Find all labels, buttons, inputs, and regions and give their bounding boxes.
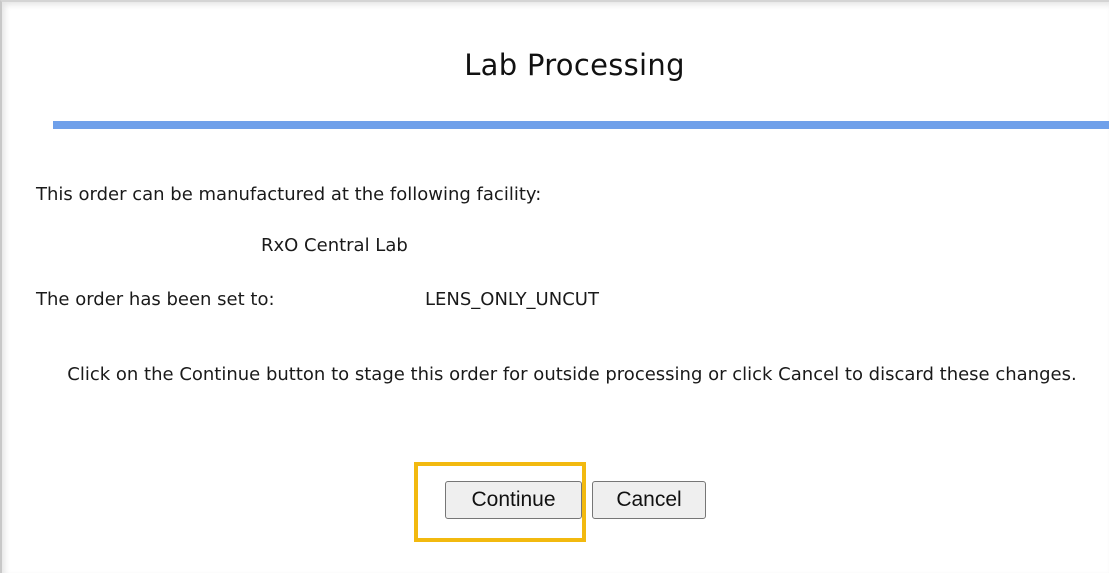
cancel-button[interactable]: Cancel: [592, 481, 706, 519]
order-set-value: LENS_ONLY_UNCUT: [425, 289, 599, 310]
facility-intro-text: This order can be manufactured at the fo…: [36, 184, 542, 205]
title-divider: [53, 121, 1109, 129]
dialog-title: Lab Processing: [464, 48, 685, 82]
order-set-label: The order has been set to:: [36, 289, 275, 310]
continue-button[interactable]: Continue: [445, 481, 582, 519]
instructions-text: Click on the Continue button to stage th…: [67, 364, 1077, 385]
facility-name: RxO Central Lab: [261, 235, 408, 256]
lab-processing-dialog: Lab Processing This order can be manufac…: [0, 0, 1109, 573]
